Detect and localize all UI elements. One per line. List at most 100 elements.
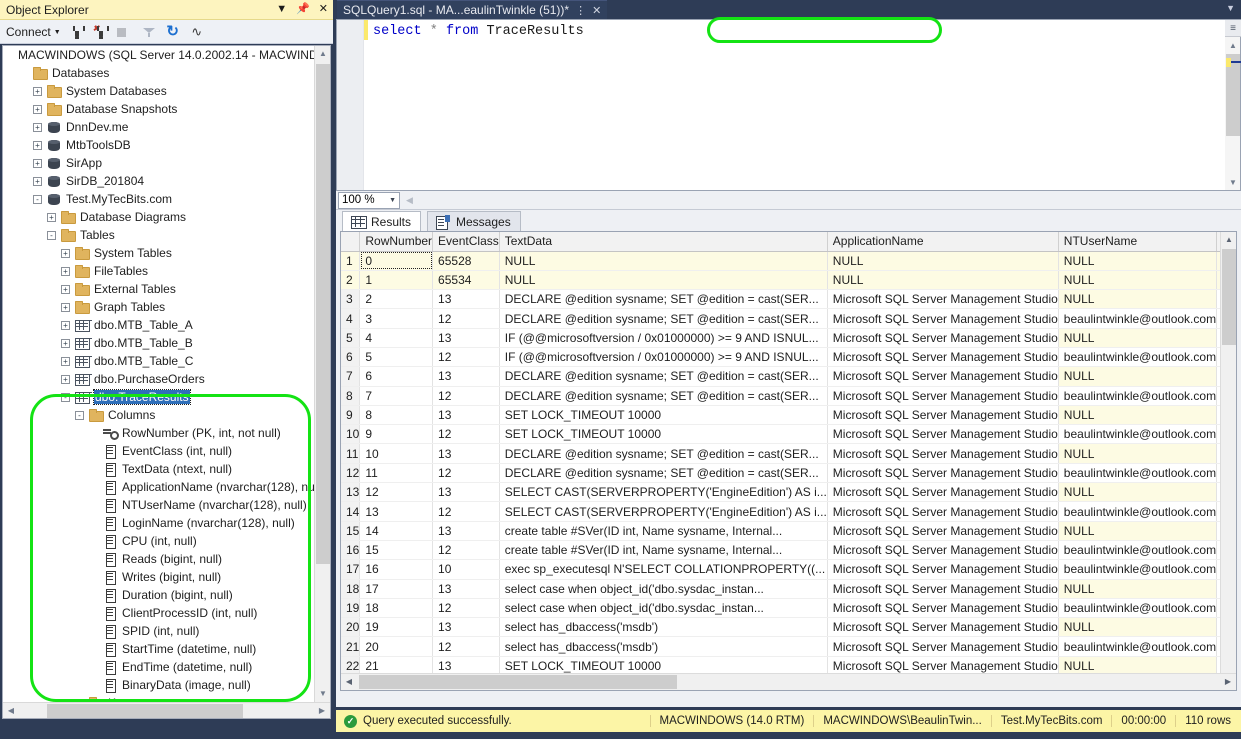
table-row[interactable]: 10 9 12 SET LOCK_TIMEOUT 10000 Microsoft SQL… [341,424,1236,445]
row-number-cell[interactable]: 14 [341,501,361,522]
tree-node[interactable]: NTUserName (nvarchar(128), null) [3,496,315,514]
tree-node[interactable]: CPU (int, null) [3,532,315,550]
table-row[interactable]: 12 11 12 DECLARE @edition sysname; SET @edi… [341,463,1236,484]
expand-icon[interactable]: + [61,320,70,330]
collapse-icon[interactable]: - [47,230,56,240]
tree-node[interactable]: + Database Diagrams [3,208,315,226]
table-cell[interactable]: 13 [432,482,500,503]
table-row[interactable]: 15 14 13 create table #SVer(ID int, Name s… [341,521,1236,541]
table-cell[interactable]: NULL [1058,366,1218,387]
table-cell[interactable]: DECLARE @edition sysname; SET @edition =… [499,443,828,464]
table-cell[interactable]: create table #SVer(ID int, Name sysname,… [499,521,828,541]
table-row[interactable]: 13 12 13 SELECT CAST(SERVERPROPERTY('Engine… [341,482,1236,503]
scroll-left-arrow-icon[interactable]: ◀ [3,703,19,718]
tree-node[interactable]: StartTime (datetime, null) [3,640,315,658]
row-number-cell[interactable]: 13 [341,482,361,503]
refresh-icon[interactable]: ↻ [165,23,181,40]
scroll-up-arrow-icon[interactable]: ▲ [1225,38,1241,53]
editor-text[interactable]: select * from TraceResults [373,23,584,40]
column-header[interactable]: TextData [499,232,828,252]
row-number-cell[interactable]: 4 [341,308,361,329]
editor-vertical-scrollbar[interactable]: ≡ ▲ ▼ [1225,19,1241,191]
table-row[interactable]: 20 19 13 select has_dbaccess('msdb') Microso… [341,617,1236,638]
table-cell[interactable]: 7 [359,386,434,406]
table-cell[interactable]: 13 [432,366,500,387]
table-cell[interactable]: 13 [432,443,500,464]
table-cell[interactable]: 12 [432,386,500,406]
table-cell[interactable]: Microsoft SQL Server Management Studio [827,289,1059,310]
table-cell[interactable]: NULL [1058,579,1218,599]
table-cell[interactable]: 15 [359,540,434,561]
tree-node[interactable]: MACWINDOWS (SQL Server 14.0.2002.14 - MA… [3,46,315,64]
table-cell[interactable]: Microsoft SQL Server Management Studio [827,559,1059,580]
table-cell[interactable]: 4 [359,328,434,348]
expand-icon[interactable]: + [61,338,70,348]
table-row[interactable]: 2165534NULLNULLNULLNU [341,270,1236,291]
scroll-thumb-horizontal[interactable] [47,704,243,718]
expand-icon[interactable]: + [61,302,70,312]
expand-icon[interactable]: + [33,104,42,114]
table-cell[interactable]: 12 [432,598,500,619]
expand-icon[interactable]: + [47,212,56,222]
table-cell[interactable]: 16 [359,559,434,580]
table-row[interactable]: 7 6 13 DECLARE @edition sysname; SET @editi… [341,366,1236,387]
collapse-icon[interactable]: - [33,194,42,204]
scroll-down-arrow-icon[interactable]: ▼ [315,686,330,702]
expand-icon[interactable]: + [33,158,42,168]
table-cell[interactable]: NULL [1058,328,1218,348]
table-row[interactable]: 11 10 13 DECLARE @edition sysname; SET @edi… [341,443,1236,464]
tree-node[interactable]: BinaryData (image, null) [3,676,315,694]
table-cell[interactable]: 12 [359,482,434,503]
close-icon[interactable]: ✕ [592,4,601,17]
table-cell[interactable]: Microsoft SQL Server Management Studio [827,540,1059,561]
table-cell[interactable]: Microsoft SQL Server Management Studio [827,501,1059,522]
table-cell[interactable]: IF (@@microsoftversion / 0x01000000) >= … [499,328,828,348]
tree-node[interactable]: EventClass (int, null) [3,442,315,460]
row-number-cell[interactable]: 20 [341,617,361,638]
table-cell[interactable]: NULL [1058,521,1218,541]
table-cell[interactable]: beaulintwinkle@outlook.com [1058,308,1218,329]
table-cell[interactable]: NULL [827,251,1059,271]
tree-node[interactable]: RowNumber (PK, int, not null) [3,424,315,442]
expand-icon[interactable]: + [33,176,42,186]
table-cell[interactable]: 10 [432,559,500,580]
table-cell[interactable]: NULL [1058,289,1218,310]
table-cell[interactable]: select case when object_id('dbo.sysdac_i… [499,579,828,599]
table-cell[interactable]: IF (@@microsoftversion / 0x01000000) >= … [499,347,828,368]
table-cell[interactable]: 19 [359,617,434,638]
tree-node[interactable]: + System Databases [3,82,315,100]
row-number-cell[interactable]: 3 [341,289,361,310]
table-cell[interactable]: 8 [359,405,434,426]
hscroll-left-arrow-icon[interactable]: ◀ [406,195,413,206]
row-number-header[interactable] [341,232,361,252]
table-cell[interactable]: Microsoft SQL Server Management Studio [827,328,1059,348]
tree-node[interactable]: Duration (bigint, null) [3,586,315,604]
expand-icon[interactable]: + [33,122,42,132]
row-number-cell[interactable]: 17 [341,559,361,580]
table-row[interactable]: 1065528NULLNULLNULLNU [341,251,1236,271]
table-cell[interactable]: 14 [359,521,434,541]
table-cell[interactable]: 13 [432,289,500,310]
scroll-right-arrow-icon[interactable]: ▶ [1220,674,1236,690]
table-row[interactable]: 17 16 10 exec sp_executesql N'SELECT COLLAT… [341,559,1236,580]
table-cell[interactable]: Microsoft SQL Server Management Studio [827,443,1059,464]
table-cell[interactable]: 12 [432,347,500,368]
tree-node[interactable]: + dbo.MTB_Table_B [3,334,315,352]
table-cell[interactable]: 0 [359,251,434,271]
row-number-cell[interactable]: 15 [341,521,361,541]
table-cell[interactable]: 20 [359,636,434,657]
row-number-cell[interactable]: 12 [341,463,361,484]
editor-split-handle[interactable]: ≡ [1225,20,1241,37]
tree-node[interactable]: + Database Snapshots [3,100,315,118]
tab-messages[interactable]: Messages [427,211,521,232]
table-cell[interactable]: NULL [1058,443,1218,464]
table-cell[interactable]: NULL [499,270,828,291]
table-cell[interactable]: 2 [359,289,434,310]
expand-icon[interactable]: + [61,284,70,294]
tree-node[interactable]: + FileTables [3,262,315,280]
expand-icon[interactable]: + [33,140,42,150]
table-cell[interactable]: 12 [432,501,500,522]
table-cell[interactable]: 11 [359,463,434,484]
table-cell[interactable]: Microsoft SQL Server Management Studio [827,424,1059,445]
table-cell[interactable]: 13 [432,579,500,599]
